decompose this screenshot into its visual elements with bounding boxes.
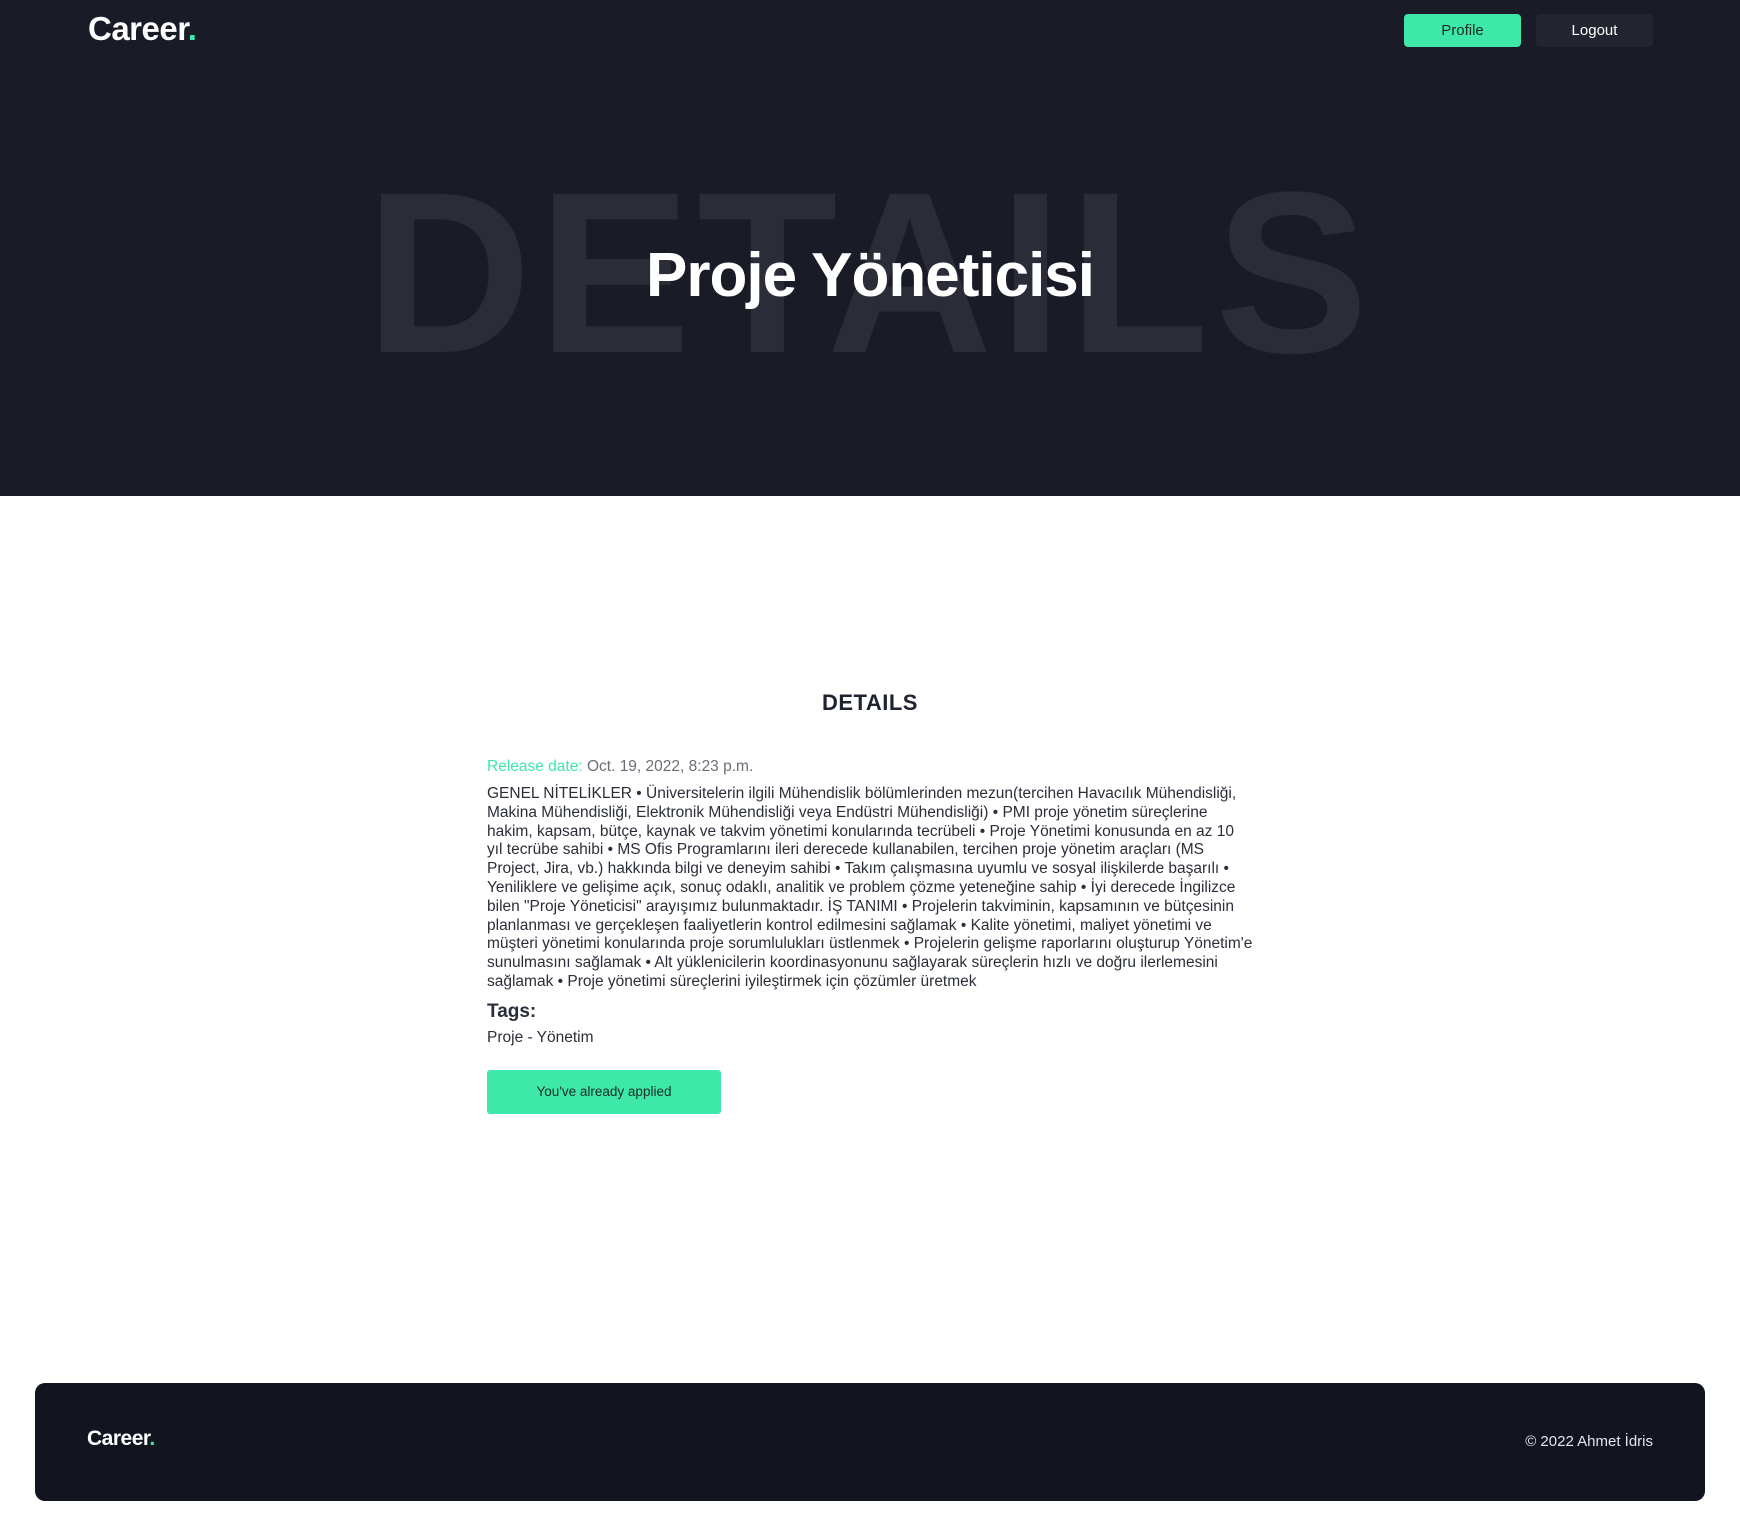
copyright-text: © 2022 Ahmet İdris — [1525, 1433, 1653, 1450]
logout-button[interactable]: Logout — [1536, 14, 1653, 47]
footer-brand-dot: . — [149, 1427, 155, 1450]
job-description: GENEL NİTELİKLER • Üniversitelerin ilgil… — [487, 785, 1253, 990]
job-details: DETAILS Release date: Oct. 19, 2022, 8:2… — [487, 690, 1253, 1114]
footer-brand-name: Career — [87, 1427, 150, 1450]
footer: Career. © 2022 Ahmet İdris — [35, 1383, 1705, 1501]
details-heading: DETAILS — [822, 690, 918, 715]
brand-dot: . — [187, 10, 197, 47]
navbar: Career. Profile Logout — [0, 0, 1740, 62]
release-date-value: Oct. 19, 2022, 8:23 p.m. — [582, 758, 754, 775]
already-applied-button[interactable]: You've already applied — [487, 1069, 721, 1114]
release-date-label: Release date: — [487, 758, 583, 775]
tags-value: Proje - Yönetim — [487, 1028, 594, 1046]
footer-logo[interactable]: Career. — [87, 1427, 155, 1451]
page-title: Proje Yöneticisi — [645, 241, 1095, 310]
profile-button[interactable]: Profile — [1404, 14, 1521, 47]
brand-logo[interactable]: Career. — [88, 10, 197, 48]
release-date: Release date: Oct. 19, 2022, 8:23 p.m. — [487, 758, 1253, 776]
hero-section: DETAILS Proje Yöneticisi Career. Profile… — [0, 0, 1740, 496]
tags-heading: Tags: — [487, 1000, 537, 1022]
brand-name: Career — [88, 10, 188, 47]
